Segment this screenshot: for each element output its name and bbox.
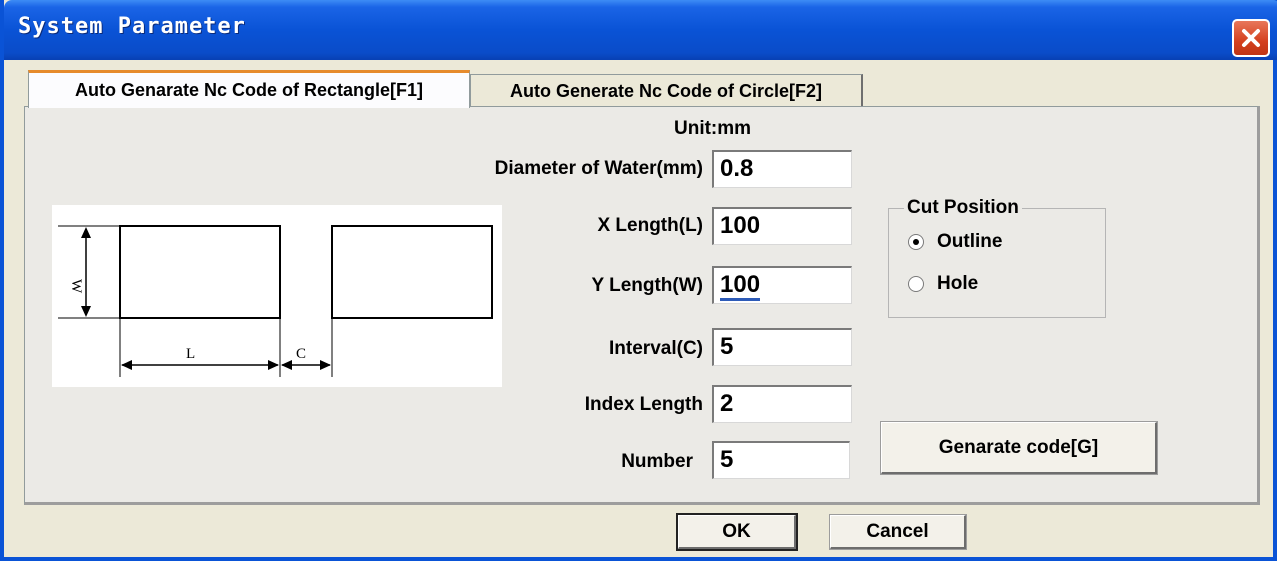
interval-label: Interval(C) bbox=[609, 338, 703, 359]
index-length-input[interactable]: 2 bbox=[712, 385, 852, 423]
cancel-button[interactable]: Cancel bbox=[829, 514, 967, 550]
y-length-label: Y Length(W) bbox=[591, 275, 703, 296]
diameter-label: Diameter of Water(mm) bbox=[494, 158, 703, 179]
number-input[interactable]: 5 bbox=[712, 441, 850, 479]
window-title: System Parameter bbox=[18, 14, 246, 39]
ok-button[interactable]: OK bbox=[676, 513, 798, 551]
rect-right bbox=[331, 225, 493, 319]
diameter-input[interactable]: 0.8 bbox=[712, 150, 852, 188]
outline-radio[interactable] bbox=[908, 234, 924, 250]
tab-circle[interactable]: Auto Generate Nc Code of Circle[F2] bbox=[470, 74, 863, 108]
close-button[interactable] bbox=[1232, 19, 1270, 57]
cut-position-group bbox=[888, 208, 1106, 318]
rect-left bbox=[119, 225, 281, 319]
l-dimension-label: L bbox=[186, 346, 195, 362]
x-length-label: X Length(L) bbox=[597, 215, 703, 236]
outline-radio-label[interactable]: Outline bbox=[937, 231, 1002, 253]
hole-radio-label[interactable]: Hole bbox=[937, 273, 978, 295]
close-icon bbox=[1242, 29, 1260, 47]
unit-label: Unit:mm bbox=[674, 118, 752, 139]
interval-input[interactable]: 5 bbox=[712, 328, 852, 366]
y-length-input[interactable]: 100 bbox=[712, 266, 852, 304]
w-dimension-label: W bbox=[68, 279, 84, 294]
c-dimension-label: C bbox=[296, 346, 306, 362]
rectangle-diagram-svg: W L C bbox=[58, 225, 493, 377]
y-length-value: 100 bbox=[720, 271, 761, 301]
generate-code-button[interactable]: Genarate code[G] bbox=[880, 421, 1158, 475]
number-label: Number bbox=[621, 451, 693, 472]
cut-position-title: Cut Position bbox=[904, 197, 1022, 219]
x-length-input[interactable]: 100 bbox=[712, 207, 852, 245]
title-bar[interactable]: System Parameter bbox=[4, 0, 1277, 60]
hole-radio[interactable] bbox=[908, 276, 924, 292]
index-length-label: Index Length bbox=[584, 394, 703, 415]
system-parameter-dialog: System Parameter Auto Genarate Nc Code o… bbox=[0, 0, 1277, 561]
rectangle-diagram: W L C bbox=[52, 205, 502, 387]
tab-rectangle[interactable]: Auto Genarate Nc Code of Rectangle[F1] bbox=[28, 70, 470, 108]
